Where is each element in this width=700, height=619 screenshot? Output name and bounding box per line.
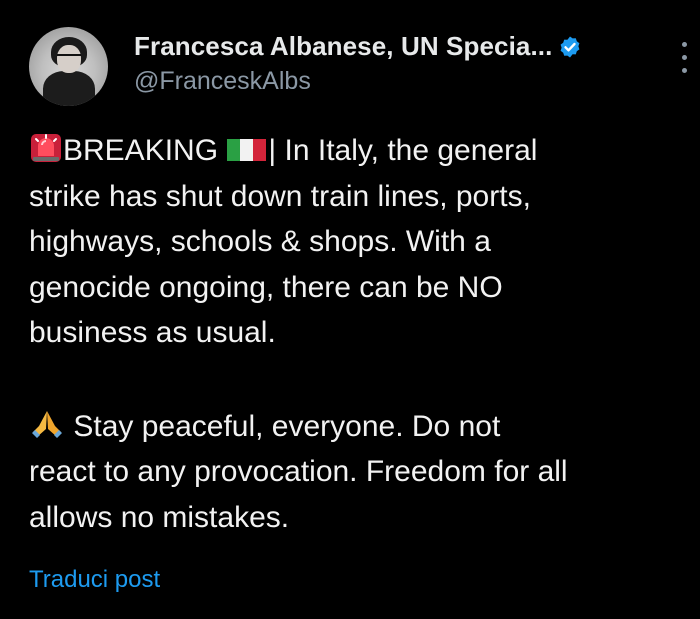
tweet-post[interactable]: Francesca Albanese, UN Specia... @France… [0, 0, 700, 619]
avatar-glasses-shape [57, 54, 81, 62]
italy-flag-icon [226, 132, 268, 178]
rotating-light-icon [29, 132, 63, 178]
tweet-line: allows no mistakes. [29, 500, 290, 534]
tweet-line: react to any provocation. Freedom for al… [29, 455, 568, 488]
tweet-line: genocide ongoing, there can be NO [29, 270, 503, 304]
author-display-name[interactable]: Francesca Albanese, UN Specia... [134, 31, 552, 62]
avatar-body-shape [43, 71, 95, 106]
more-dot [682, 55, 687, 60]
more-options-icon[interactable] [678, 38, 692, 78]
folded-hands-icon [29, 408, 65, 454]
breaking-word: BREAKING [63, 134, 219, 167]
more-dot [682, 68, 687, 73]
tweet-line-text: | In Italy, the general [268, 134, 538, 167]
tweet-line: Stay peaceful, everyone. Do not [29, 404, 697, 450]
tweet-line: highways, schools & shops. With a [29, 225, 491, 258]
author-handle[interactable]: @FranceskAlbs [134, 67, 311, 96]
avatar[interactable] [29, 27, 108, 106]
tweet-line: strike has shut down train lines, ports, [29, 179, 531, 213]
tweet-line: BREAKING | In Italy, the general [29, 128, 697, 174]
tweet-line-text: Stay peaceful, everyone. Do not [73, 409, 501, 443]
verified-badge-icon [558, 35, 582, 59]
app-frame: Francesca Albanese, UN Specia... @France… [0, 0, 700, 619]
more-dot [682, 42, 687, 47]
translate-post-link[interactable]: Traduci post [29, 566, 160, 594]
author-name-row[interactable]: Francesca Albanese, UN Specia... [134, 31, 582, 62]
tweet-text: BREAKING | In Italy, the general strike … [29, 128, 697, 540]
tweet-line: business as usual. [29, 316, 276, 349]
